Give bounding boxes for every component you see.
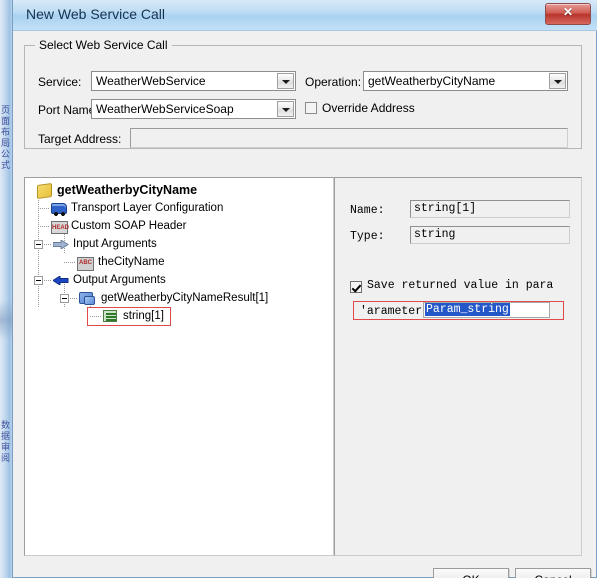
- groupbox-title: Select Web Service Call: [35, 38, 172, 52]
- checkbox-box-checked: [350, 281, 362, 293]
- string-item-icon: [103, 310, 117, 322]
- screen-root: 页 面 布 局 公 式 数 据 审 阅 New Web Service Call…: [0, 0, 597, 578]
- operation-value: getWeatherbyCityName: [368, 74, 496, 88]
- abc-string-icon: ABC: [77, 257, 94, 271]
- checkbox-box: [305, 102, 317, 114]
- ok-button[interactable]: OK: [433, 568, 509, 578]
- close-icon: ✕: [562, 5, 574, 19]
- service-combobox[interactable]: WeatherWebService: [91, 71, 296, 91]
- input-arrow-icon: [52, 239, 69, 250]
- override-address-label: Override Address: [322, 101, 415, 115]
- dialog-title: New Web Service Call: [26, 6, 166, 22]
- parameter-value: Param_string: [425, 303, 510, 316]
- array-result-icon: [79, 292, 95, 305]
- argument-details-panel: Name: string[1] Type: string Save return…: [334, 177, 582, 556]
- operation-label: Operation:: [305, 75, 362, 89]
- tree-connector: [70, 298, 78, 299]
- tree-node-label: string[1]: [123, 310, 164, 322]
- chevron-down-icon[interactable]: [549, 73, 566, 89]
- web-service-tree-panel[interactable]: getWeatherbyCityName Transport Layer Con…: [24, 177, 334, 556]
- chevron-down-icon[interactable]: [277, 73, 294, 89]
- tree-node-label: Output Arguments: [73, 274, 166, 286]
- tree-node-label: Transport Layer Configuration: [71, 202, 224, 214]
- tree-connector: [44, 280, 52, 281]
- output-arrow-icon: [52, 275, 69, 286]
- chevron-down-icon[interactable]: [277, 101, 294, 117]
- service-value: WeatherWebService: [96, 74, 206, 88]
- tree-node-label: theCityName: [98, 256, 165, 268]
- operation-combobox[interactable]: getWeatherbyCityName: [363, 71, 568, 91]
- name-input[interactable]: string[1]: [410, 200, 570, 218]
- service-label: Service:: [38, 75, 82, 89]
- tree-node-label: getWeatherbyCityName: [57, 183, 198, 197]
- dialog-client-area: Select Web Service Call Service: Weather…: [13, 31, 596, 578]
- parameter-label: 'arameter:: [360, 305, 430, 318]
- tree-connector: [64, 262, 76, 263]
- tree-node-label: Input Arguments: [73, 238, 157, 250]
- port-name-combobox[interactable]: WeatherWebServiceSoap: [91, 99, 296, 119]
- tree-trunk-line: [38, 200, 39, 308]
- parameter-input[interactable]: Param_string: [423, 302, 550, 318]
- tree-expander-result[interactable]: [60, 294, 69, 303]
- new-web-service-call-dialog: New Web Service Call ✕ Select Web Servic…: [12, 0, 597, 578]
- type-input[interactable]: string: [410, 226, 570, 244]
- type-value: string: [414, 228, 456, 241]
- tree-node-label: getWeatherbyCityNameResult[1]: [101, 292, 269, 304]
- save-returned-value-label: Save returned value in para: [367, 279, 554, 292]
- close-button[interactable]: ✕: [545, 3, 591, 25]
- tree-connector: [44, 244, 52, 245]
- web-service-icon: [37, 182, 52, 200]
- name-value: string[1]: [414, 202, 477, 215]
- port-name-label: Port Name:: [38, 103, 99, 117]
- name-label: Name:: [350, 204, 385, 217]
- tree-connector: [38, 208, 50, 209]
- tree-connector: [90, 316, 102, 317]
- cancel-button[interactable]: Cancel: [515, 568, 591, 578]
- tree-expander-output-arguments[interactable]: [34, 276, 43, 285]
- soap-header-icon: HEAD: [51, 221, 69, 234]
- tree-connector: [38, 226, 50, 227]
- target-address-label: Target Address:: [38, 132, 122, 146]
- tree-expander-input-arguments[interactable]: [34, 240, 43, 249]
- transport-icon: [51, 203, 67, 216]
- dialog-titlebar[interactable]: New Web Service Call ✕: [13, 0, 597, 31]
- tree-node-label: Custom SOAP Header: [71, 220, 187, 232]
- port-name-value: WeatherWebServiceSoap: [96, 102, 234, 116]
- type-label: Type:: [350, 230, 385, 243]
- target-address-input[interactable]: [130, 128, 568, 148]
